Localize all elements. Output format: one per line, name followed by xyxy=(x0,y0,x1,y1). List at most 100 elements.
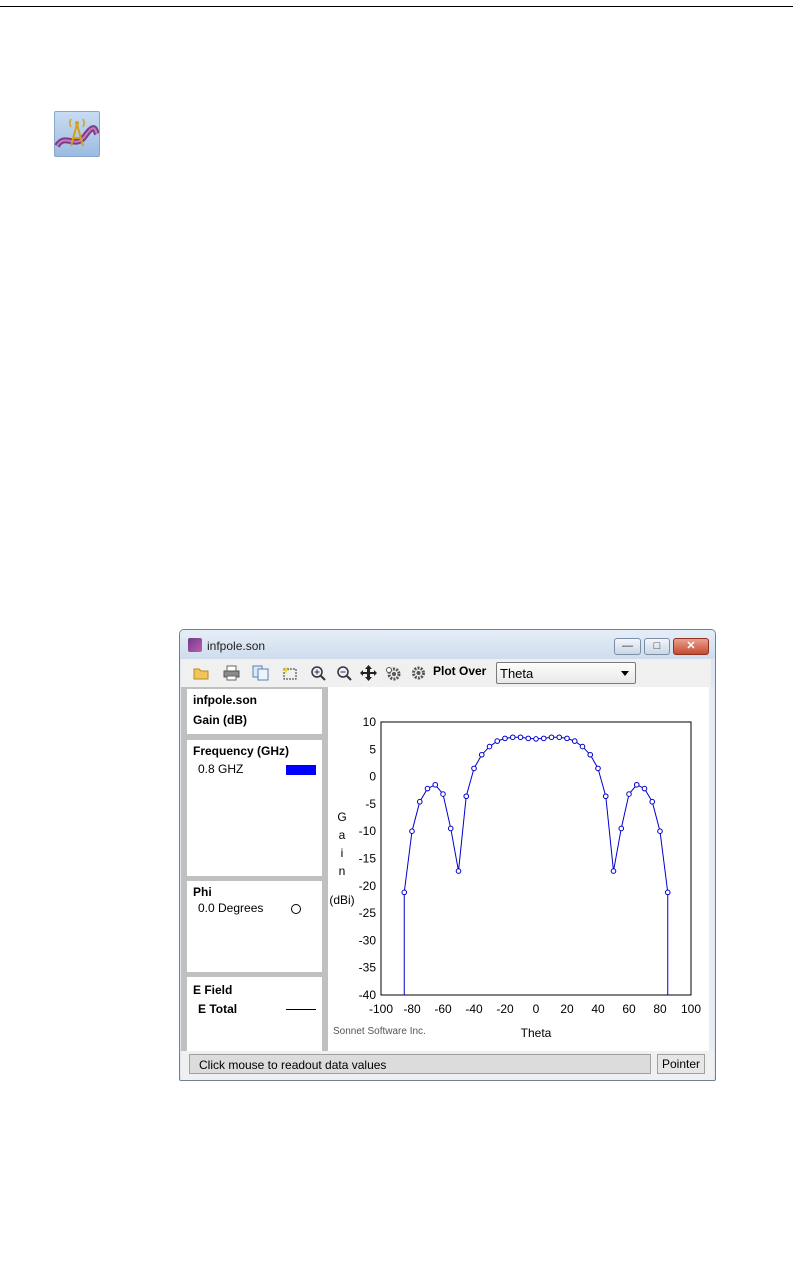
x-tick-label: -80 xyxy=(403,1002,421,1016)
y-tick-label: -30 xyxy=(359,933,377,947)
data-point xyxy=(540,735,547,742)
data-point xyxy=(416,798,423,805)
data-point xyxy=(633,781,640,788)
plot-window: infpole.son — □ ✕ Plot Over Theta infpol… xyxy=(179,629,716,1081)
y-tick-label: -35 xyxy=(359,961,377,975)
data-point xyxy=(409,828,415,834)
legend-title-panel: infpole.son Gain (dB) xyxy=(187,689,322,734)
gain-chart[interactable]: 1050-5-10-15-20-25-30-35-40-100 -80 -60 -40… xyxy=(328,687,709,1051)
x-axis-label: Theta xyxy=(521,1026,552,1040)
minimize-icon: — xyxy=(622,640,633,652)
data-point xyxy=(401,889,408,896)
vertical-scrollbar[interactable] xyxy=(709,687,714,1051)
frequency-panel: Frequency (GHz) 0.8 GHZ xyxy=(187,740,322,876)
y-tick-label: -40 xyxy=(359,988,377,1002)
y-axis-label-letter: i xyxy=(341,846,344,860)
data-point xyxy=(478,751,485,758)
app-icon xyxy=(188,638,202,652)
y-tick-label: 5 xyxy=(369,742,376,756)
plot-over-label: Plot Over xyxy=(433,664,487,678)
minimize-button[interactable]: — xyxy=(614,638,641,655)
x-tick-label: -20 xyxy=(496,1002,514,1016)
pan-icon[interactable] xyxy=(360,665,377,681)
chevron-down-icon xyxy=(621,671,629,676)
data-point xyxy=(471,765,477,772)
x-tick-label: 20 xyxy=(560,1002,574,1016)
y-axis-units: (dBi) xyxy=(329,893,354,907)
settings-icon[interactable] xyxy=(385,665,402,681)
zoom-out-icon[interactable] xyxy=(336,665,353,681)
legend-file-name: infpole.son xyxy=(193,693,257,707)
circle-marker-icon xyxy=(291,904,301,914)
y-tick-label: -15 xyxy=(359,852,377,866)
maximize-button[interactable]: □ xyxy=(644,638,670,655)
phi-item[interactable]: 0.0 Degrees xyxy=(198,901,263,915)
x-tick-label: 0 xyxy=(533,1002,540,1016)
close-button[interactable]: ✕ xyxy=(673,638,709,655)
frequency-item[interactable]: 0.8 GHZ xyxy=(198,762,243,776)
y-tick-label: -25 xyxy=(359,906,377,920)
efield-panel: E Field E Total xyxy=(187,977,322,1051)
y-axis-label-letter: n xyxy=(339,864,346,878)
x-tick-label: 60 xyxy=(622,1002,636,1016)
data-point xyxy=(571,738,578,744)
data-point xyxy=(440,791,446,797)
data-point xyxy=(602,793,609,800)
data-point xyxy=(610,868,617,874)
plot-over-value: Theta xyxy=(500,666,534,681)
x-tick-label: 100 xyxy=(681,1002,701,1016)
data-point xyxy=(432,781,439,788)
x-tick-label: -100 xyxy=(369,1002,393,1016)
data-point xyxy=(618,825,625,832)
status-message-field: Click mouse to readout data values xyxy=(189,1054,651,1074)
plot-over-select[interactable]: Theta xyxy=(496,662,636,684)
open-folder-icon[interactable] xyxy=(193,665,210,681)
efield-item[interactable]: E Total xyxy=(198,1002,237,1016)
watermark: Sonnet Software Inc. xyxy=(333,1026,426,1037)
data-point xyxy=(486,743,493,750)
y-axis-label-letter: a xyxy=(339,828,346,842)
y-tick-label: 0 xyxy=(369,770,376,784)
print-icon[interactable] xyxy=(223,665,240,681)
y-tick-label: -10 xyxy=(359,824,377,838)
y-tick-label: -5 xyxy=(365,797,376,811)
copy-icon[interactable] xyxy=(252,665,269,681)
phi-header: Phi xyxy=(193,885,212,899)
pointer-mode-button[interactable]: Pointer xyxy=(657,1054,705,1074)
frequency-color-swatch xyxy=(286,765,316,775)
data-point xyxy=(424,785,431,792)
select-region-icon[interactable] xyxy=(282,665,299,681)
data-point xyxy=(509,734,516,741)
x-tick-label: 40 xyxy=(591,1002,605,1016)
title-bar[interactable]: infpole.son — □ ✕ xyxy=(180,630,715,659)
plot-frame xyxy=(380,721,692,996)
data-point xyxy=(595,765,601,772)
data-point xyxy=(564,735,570,742)
data-point xyxy=(626,791,632,797)
data-point xyxy=(649,798,656,805)
data-point xyxy=(447,825,454,832)
status-message: Click mouse to readout data values xyxy=(199,1058,387,1072)
y-tick-label: -20 xyxy=(359,879,377,893)
gear-icon[interactable] xyxy=(410,665,427,681)
plot-area[interactable]: 10 5 0 -5 -10 -15 -20 -25 -30 -35 -40 -100 -80 -60 -40… xyxy=(328,687,709,1051)
maximize-icon: □ xyxy=(653,640,661,652)
data-point xyxy=(556,734,563,741)
y-axis-label-letter: G xyxy=(337,810,346,824)
legend-quantity: Gain (dB) xyxy=(193,713,247,727)
page-top-rule xyxy=(0,6,793,7)
x-tick-label: -60 xyxy=(434,1002,452,1016)
data-point xyxy=(657,828,663,834)
frequency-header: Frequency (GHz) xyxy=(193,744,290,758)
data-point xyxy=(664,889,671,896)
data-point xyxy=(517,734,524,741)
client-area: infpole.son Gain (dB) Frequency (GHz) 0.… xyxy=(181,687,709,1051)
zoom-in-icon[interactable] xyxy=(310,665,327,681)
y-tick-label: 10 xyxy=(363,715,377,729)
data-point xyxy=(455,868,462,874)
x-tick-label: 80 xyxy=(653,1002,667,1016)
data-point xyxy=(533,736,539,742)
antenna-app-icon xyxy=(54,111,100,157)
close-icon: ✕ xyxy=(686,640,696,652)
x-tick-label: -40 xyxy=(465,1002,483,1016)
